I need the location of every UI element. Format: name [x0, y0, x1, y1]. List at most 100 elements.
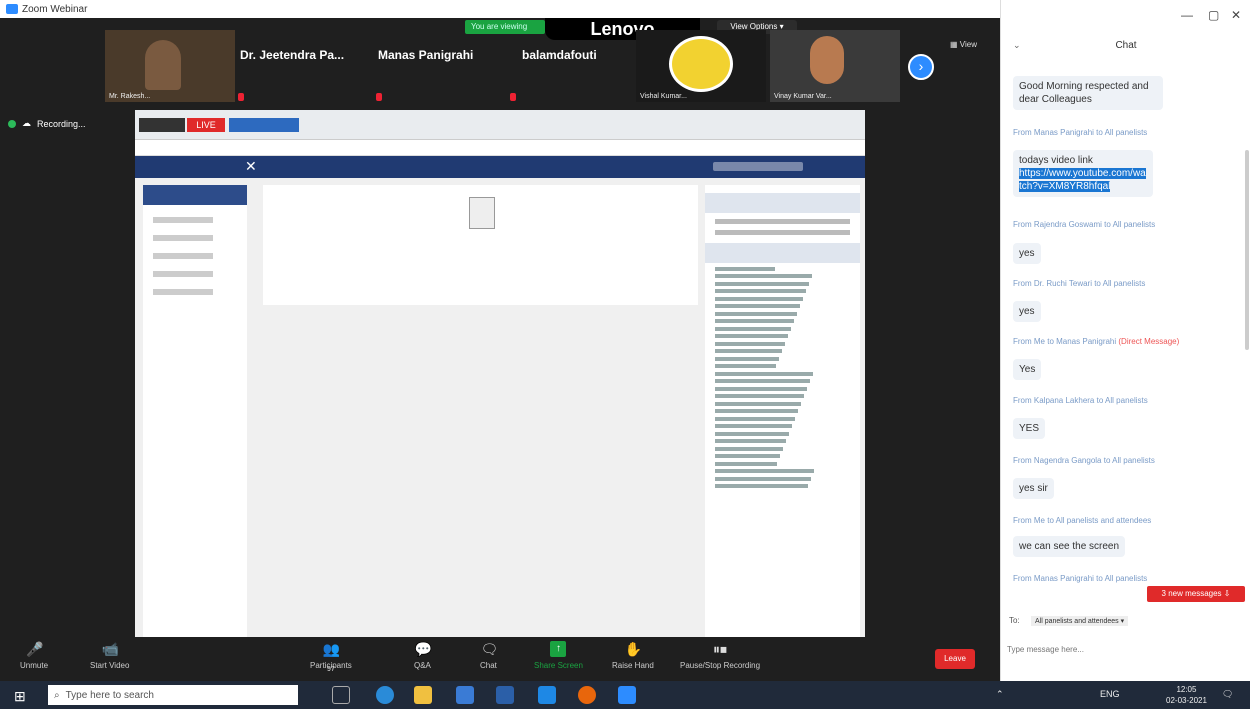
- shared-online-user-row: [715, 379, 810, 383]
- pause-stop-icon: ⏸⏹: [713, 641, 728, 657]
- chat-message-input[interactable]: [1007, 640, 1245, 658]
- view-button[interactable]: ▦ View: [950, 40, 977, 49]
- to-label: To:: [1009, 616, 1020, 625]
- chat-message: YES: [1013, 418, 1046, 439]
- shared-online-user-row: [715, 281, 809, 286]
- shared-screen: LIVE ✕: [135, 110, 865, 655]
- shared-online-user-row: [715, 311, 797, 316]
- minimize-button[interactable]: —: [1181, 8, 1193, 22]
- participant-avatar: [810, 36, 844, 84]
- zoom-logo-icon: [6, 4, 18, 14]
- shared-nav-item: [153, 271, 213, 277]
- participant-name: Vishal Kumar...: [640, 93, 687, 100]
- participants-button[interactable]: 👥 97 Participants: [310, 641, 352, 673]
- mic-off-icon: [510, 93, 516, 101]
- pause-recording-button[interactable]: ⏸⏹ Pause/Stop Recording: [680, 641, 760, 670]
- qa-button[interactable]: 💬 Q&A: [414, 641, 432, 670]
- shared-online-user-row: [715, 341, 785, 346]
- shared-online-user-row: [715, 454, 780, 458]
- firefox-icon[interactable]: [578, 686, 596, 704]
- shared-online-user-row: [715, 409, 798, 413]
- tray-chevron-icon[interactable]: ⌃: [996, 689, 1004, 700]
- shared-online-user-row: [715, 394, 804, 398]
- close-icon: ✕: [245, 158, 257, 174]
- stream-controls[interactable]: [139, 118, 185, 132]
- shared-online-users: [705, 266, 860, 488]
- new-messages-button[interactable]: 3 new messages ⇩: [1147, 586, 1245, 602]
- chat-message-sender: From Kalpana Lakhera to All panelists: [1013, 396, 1148, 405]
- chat-message: yes sir: [1013, 478, 1054, 499]
- share-screen-label: Share Screen: [534, 661, 583, 670]
- shared-online-user-row: [715, 319, 794, 323]
- share-screen-icon: ↑: [550, 641, 567, 657]
- chat-message-text: todays video link: [1019, 155, 1093, 166]
- title-bar: Zoom Webinar: [0, 0, 1000, 18]
- video-tile-5[interactable]: Vishal Kumar...: [636, 30, 766, 102]
- meeting-area: You are viewing Lenovo View Options ▾ ▦ …: [0, 18, 1000, 661]
- store-icon[interactable]: [414, 686, 432, 704]
- unmute-label: Unmute: [20, 661, 49, 670]
- shared-lms-main: [263, 185, 698, 305]
- shared-bookmarks-bar: [135, 140, 865, 156]
- participants-label: Participants: [310, 661, 352, 670]
- edge-icon[interactable]: [376, 686, 394, 704]
- chat-message-sender: From Nagendra Gangola to All panelists: [1013, 456, 1155, 465]
- participants-icon: 👥 97: [322, 641, 341, 673]
- raise-hand-icon: ✋: [624, 641, 643, 657]
- chat-label: Chat: [480, 661, 497, 670]
- chat-scrollbar[interactable]: [1245, 150, 1249, 350]
- language-indicator[interactable]: ENG: [1100, 689, 1120, 699]
- close-button[interactable]: ✕: [1231, 8, 1241, 22]
- youtube-link-text: https://www.youtube.com/watch?v=XM8YR8hf…: [1019, 168, 1146, 192]
- shared-online-user-row: [715, 304, 800, 308]
- institution-logo-icon: [669, 36, 733, 92]
- notifications-icon[interactable]: 🗨: [1222, 689, 1233, 700]
- raise-hand-button[interactable]: ✋ Raise Hand: [612, 641, 654, 670]
- shared-block-line: [715, 230, 850, 235]
- recipient-select[interactable]: All panelists and attendees ▾: [1031, 616, 1129, 626]
- zoom-webinar-window: Zoom Webinar You are viewing Lenovo View…: [0, 0, 1250, 709]
- clock-date: 02-03-2021: [1166, 696, 1207, 705]
- participant-name-box: Dr. Jeetendra Pa...: [240, 48, 345, 62]
- lync-icon[interactable]: [538, 686, 556, 704]
- video-tile-6[interactable]: Vinay Kumar Var...: [770, 30, 900, 102]
- explorer-icon[interactable]: [456, 686, 474, 704]
- next-page-button[interactable]: ›: [908, 54, 934, 80]
- video-tile-1[interactable]: Mr. Rakesh...: [105, 30, 235, 102]
- chat-message: Good Morning respected and dear Colleagu…: [1013, 76, 1163, 110]
- participant-avatar: [145, 40, 181, 90]
- maximize-button[interactable]: ▢: [1208, 8, 1219, 22]
- shared-nav-active: [143, 185, 247, 205]
- chat-sender-text: From Me to Manas Panigrahi: [1013, 337, 1117, 346]
- start-video-button[interactable]: 📹 Start Video: [90, 641, 129, 670]
- windows-start-icon[interactable]: ⊞: [14, 688, 26, 705]
- share-screen-button[interactable]: ↑ Share Screen: [534, 641, 583, 670]
- shared-online-user-row: [715, 431, 789, 436]
- search-placeholder: Type here to search: [65, 689, 154, 701]
- shared-online-user-row: [715, 364, 776, 368]
- shared-nav-item: [153, 235, 213, 241]
- mail-icon[interactable]: [496, 686, 514, 704]
- video-camera-icon: 📹: [101, 641, 120, 657]
- chat-icon: 🗨: [480, 641, 499, 657]
- shared-online-user-row: [715, 289, 806, 293]
- live-badge: LIVE: [187, 118, 225, 132]
- leave-button[interactable]: Leave: [935, 649, 975, 669]
- taskbar-search[interactable]: ⌕ Type here to search: [48, 685, 298, 705]
- pause-recording-label: Pause/Stop Recording: [680, 661, 761, 670]
- shared-online-user-row: [715, 386, 807, 391]
- task-view-icon[interactable]: [332, 686, 350, 704]
- shared-online-user-row: [715, 439, 786, 443]
- chat-button[interactable]: 🗨 Chat: [480, 641, 499, 670]
- shared-online-user-row: [715, 424, 792, 428]
- participant-name-box: Manas Panigrahi: [378, 48, 474, 62]
- zoom-taskbar-icon[interactable]: [618, 686, 636, 704]
- youtube-link[interactable]: https://www.youtube.com/watch?v=XM8YR8hf…: [1019, 167, 1147, 193]
- unmute-button[interactable]: 🎤 Unmute: [20, 641, 48, 670]
- taskbar-clock[interactable]: 12:05 02-03-2021: [1166, 684, 1207, 706]
- clock-time: 12:05: [1176, 685, 1197, 694]
- chat-message-sender: From Manas Panigrahi to All panelists: [1013, 574, 1148, 583]
- shared-online-user-row: [715, 371, 813, 376]
- microphone-icon: 🎤: [26, 641, 44, 657]
- stream-status: [229, 118, 299, 132]
